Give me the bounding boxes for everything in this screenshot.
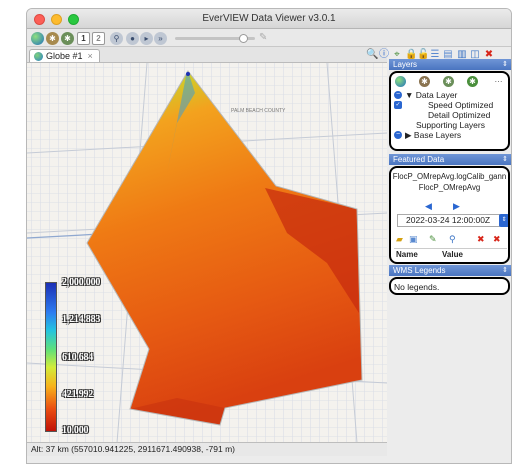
featured-data-title: Featured Data (393, 155, 445, 164)
save-icon[interactable]: ▣ (409, 234, 418, 244)
globe-icon[interactable] (395, 76, 406, 87)
time-slider[interactable] (175, 34, 255, 43)
wms-legends-body: No legends. (389, 277, 510, 295)
edit-icon[interactable]: ✎ (429, 234, 437, 244)
zoom-tool-icon[interactable]: ⚲ (110, 32, 123, 45)
main-toolbar: ✱ ✱ 1 2 ⚲ ● ▸ » ✎ (27, 29, 511, 47)
legend-label: 421.992 (62, 389, 94, 400)
globe-icon[interactable] (31, 32, 44, 45)
search-icon[interactable]: ⚲ (449, 234, 456, 244)
legend-label-min: 10.000 (62, 425, 89, 436)
layers-toolbar: ✱ ✱ ✱ ··· (395, 76, 507, 88)
legend-color-bar (45, 282, 57, 432)
tree-item-base-layers[interactable]: ▶ Base Layers (405, 130, 461, 141)
play-back-icon[interactable]: ● (126, 32, 139, 45)
collapse-icon[interactable]: ⇕ (502, 59, 508, 70)
play-forward-icon[interactable]: ▸ (140, 32, 153, 45)
globe-map-view[interactable]: PALM BEACH COUNTY 2,000.000 1,214.883 61… (27, 62, 387, 442)
zoom-icon[interactable]: 🔍 (366, 49, 378, 61)
tree-label: Base Layers (413, 130, 462, 140)
collapse-icon[interactable]: ⇕ (502, 265, 508, 276)
add-layer-icon[interactable]: ✱ (46, 32, 59, 45)
window-title: EverVIEW Data Viewer v3.0.1 (202, 13, 336, 24)
legend-label: 1,214.883 (62, 314, 101, 325)
layers-body: ✱ ✱ ✱ ··· − ▼ Data Layer ✓ Speed Optimiz… (389, 71, 510, 151)
color-legend: 2,000.000 1,214.883 610.684 421.992 10.0… (45, 277, 135, 436)
date-dropdown-icon[interactable]: ⇕ (499, 214, 508, 227)
tab-globe-1[interactable]: Globe #1 × (29, 49, 100, 62)
clear-all-icon[interactable]: ✖ (493, 234, 501, 244)
wms-legends-title: WMS Legends (393, 266, 446, 275)
view-two-button[interactable]: 2 (92, 32, 105, 45)
next-arrow-icon[interactable]: ▶ (453, 202, 463, 211)
expand-arrow-icon[interactable]: ▶ (405, 130, 412, 140)
tab-row: Globe #1 × (27, 47, 387, 62)
tab-close-icon[interactable]: × (88, 51, 93, 61)
view-one-button[interactable]: 1 (77, 32, 90, 45)
pencil-icon[interactable]: ✎ (259, 32, 267, 43)
layer-export-icon[interactable]: ✱ (467, 76, 478, 87)
collapse-icon[interactable]: ⇕ (502, 154, 508, 165)
folder-icon[interactable]: ▰ (396, 234, 403, 244)
tree-item-detail-optimized[interactable]: Detail Optimized (428, 110, 490, 120)
featured-data-name: FlocP_OMrepAvg.logCalib_gann (392, 172, 507, 181)
legend-label-max: 2,000.000 (62, 277, 101, 288)
featured-data-subname: FlocP_OMrepAvg (418, 183, 481, 192)
column-value: Value (442, 250, 463, 259)
tab-label: Globe #1 (46, 51, 83, 61)
date-select[interactable]: 2022-03-24 12:00:00Z (397, 214, 500, 227)
time-slider-knob[interactable] (239, 34, 248, 43)
place-label: PALM BEACH COUNTY (231, 108, 286, 114)
delete-icon[interactable]: ✖ (477, 234, 485, 244)
previous-arrow-icon[interactable]: ◀ (425, 202, 435, 211)
expand-arrow-icon[interactable]: ▼ (405, 90, 413, 100)
featured-data-header[interactable]: Featured Data ⇕ (389, 154, 511, 165)
legend-label: 610.684 (62, 352, 94, 363)
fast-forward-icon[interactable]: » (154, 32, 167, 45)
layers-panel-header[interactable]: Layers ⇕ (389, 59, 511, 70)
tree-item-supporting-layers[interactable]: Supporting Layers (416, 120, 485, 130)
wms-legends-panel: WMS Legends ⇕ No legends. (389, 265, 511, 297)
more-icon[interactable]: ··· (493, 76, 504, 87)
layers-panel: Layers ⇕ ✱ ✱ ✱ ··· − ▼ Data Layer ✓ Speed… (389, 59, 511, 153)
title-bar: EverVIEW Data Viewer v3.0.1 (27, 9, 511, 29)
app-window: EverVIEW Data Viewer v3.0.1 ✱ ✱ 1 2 ⚲ ● … (26, 8, 512, 464)
collapse-base-layers-button[interactable]: − (394, 131, 402, 139)
tree-item-data-layer[interactable]: ▼ Data Layer (405, 90, 457, 100)
wms-legends-header[interactable]: WMS Legends ⇕ (389, 265, 511, 276)
featured-data-body: FlocP_OMrepAvg.logCalib_gann FlocP_OMrep… (389, 166, 510, 264)
speed-optimized-checkbox[interactable]: ✓ (394, 101, 402, 109)
status-bar: Alt: 37 km (557010.941225, 2911671.49093… (27, 442, 387, 456)
no-legends-text: No legends. (394, 282, 440, 292)
tree-item-speed-optimized[interactable]: Speed Optimized (428, 100, 493, 110)
layer-settings-icon[interactable]: ✱ (443, 76, 454, 87)
featured-data-panel: Featured Data ⇕ FlocP_OMrepAvg.logCalib_g… (389, 154, 511, 264)
attribute-table-header: Name Value (394, 248, 507, 260)
collapse-data-layer-button[interactable]: − (394, 91, 402, 99)
layers-title: Layers (393, 60, 418, 69)
column-name: Name (396, 250, 418, 259)
tree-label: Data Layer (415, 90, 458, 100)
remove-layer-icon[interactable]: ✱ (61, 32, 74, 45)
globe-tab-icon (34, 52, 43, 61)
add-layer-icon[interactable]: ✱ (419, 76, 430, 87)
